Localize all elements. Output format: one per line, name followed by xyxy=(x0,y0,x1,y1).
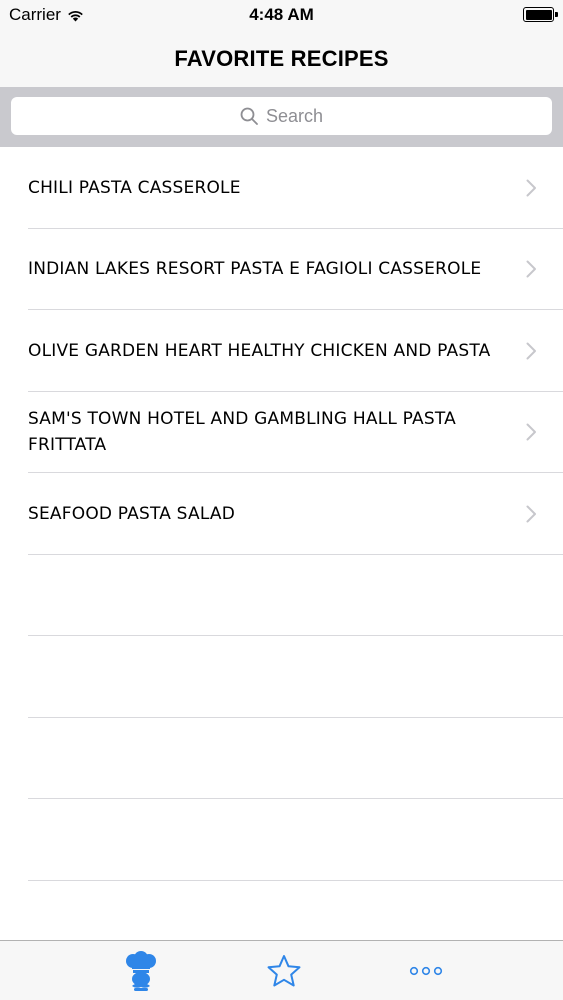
search-icon xyxy=(240,107,258,125)
empty-row xyxy=(0,799,563,881)
chevron-right-icon xyxy=(526,342,536,360)
navigation-bar: FAVORITE RECIPES xyxy=(0,30,563,87)
recipe-row[interactable]: OLIVE GARDEN HEART HEALTHY CHICKEN AND P… xyxy=(0,310,563,392)
tab-recipes[interactable] xyxy=(121,951,161,991)
chevron-right-icon xyxy=(526,260,536,278)
recipe-row[interactable]: SEAFOOD PASTA SALAD xyxy=(0,473,563,555)
recipe-list: CHILI PASTA CASSEROLE INDIAN LAKES RESOR… xyxy=(0,147,563,881)
tab-bar xyxy=(0,940,563,1000)
chevron-right-icon xyxy=(526,423,536,441)
search-bar: Search xyxy=(0,87,563,147)
search-placeholder: Search xyxy=(265,105,324,126)
battery-icon xyxy=(523,7,558,22)
empty-row xyxy=(0,718,563,800)
chef-icon xyxy=(126,951,156,991)
battery-level xyxy=(525,9,552,20)
star-icon xyxy=(267,955,301,987)
recipe-title: OLIVE GARDEN HEART HEALTHY CHICKEN AND P… xyxy=(28,340,491,361)
recipe-title: INDIAN LAKES RESORT PASTA E FAGIOLI CASS… xyxy=(28,259,482,280)
empty-row xyxy=(0,636,563,718)
recipe-row[interactable]: SAM'S TOWN HOTEL AND GAMBLING HALL PASTA… xyxy=(0,392,563,474)
recipe-row[interactable]: INDIAN LAKES RESORT PASTA E FAGIOLI CASS… xyxy=(0,229,563,311)
chevron-right-icon xyxy=(526,505,536,523)
empty-row xyxy=(0,555,563,637)
recipe-title: SAM'S TOWN HOTEL AND GAMBLING HALL PASTA… xyxy=(28,409,456,456)
battery-tip xyxy=(555,12,558,17)
page-title: FAVORITE RECIPES xyxy=(174,45,389,71)
recipe-row[interactable]: CHILI PASTA CASSEROLE xyxy=(0,147,563,229)
recipe-title: CHILI PASTA CASSEROLE xyxy=(28,177,241,198)
recipe-title: SEAFOOD PASTA SALAD xyxy=(28,503,235,524)
tab-favorites[interactable] xyxy=(264,951,304,991)
chevron-right-icon xyxy=(526,179,536,197)
tab-more[interactable] xyxy=(406,951,446,991)
more-icon xyxy=(409,966,443,976)
search-input[interactable]: Search xyxy=(11,97,552,135)
status-time: 4:48 AM xyxy=(249,5,314,24)
status-bar: Carrier 4:48 AM xyxy=(0,0,563,30)
